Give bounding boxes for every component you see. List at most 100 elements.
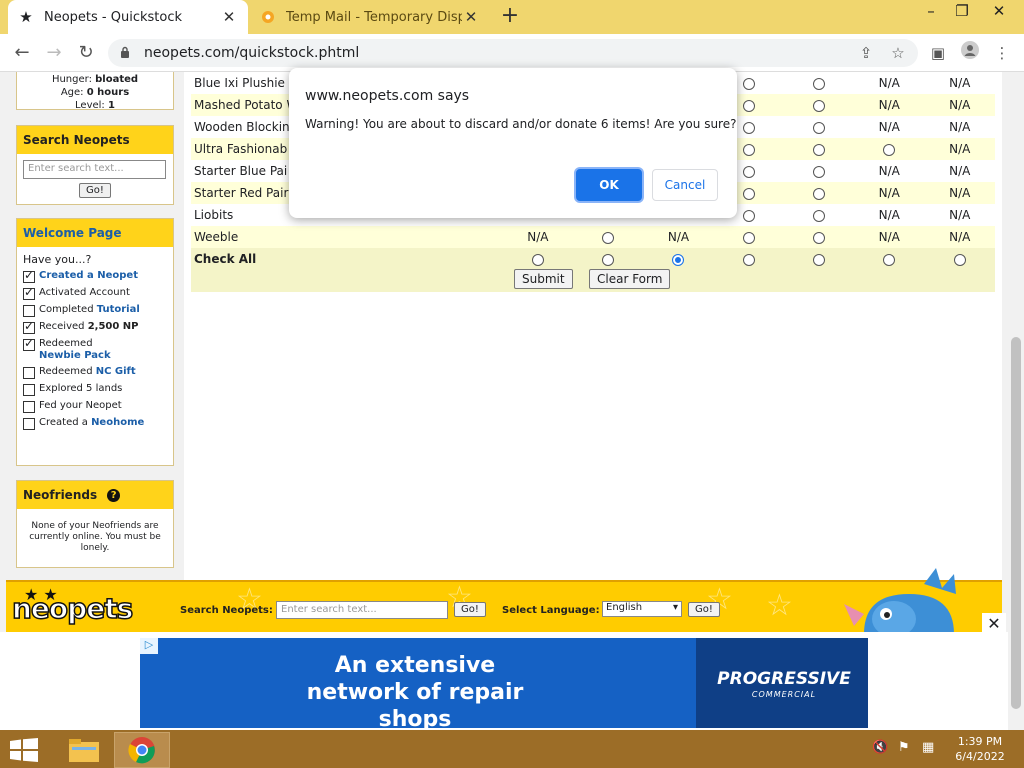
action-radio[interactable] [742, 209, 755, 222]
action-radio[interactable] [742, 165, 755, 178]
tab-neopets-quickstock[interactable]: ★ Neopets - Quickstock ✕ [8, 0, 248, 34]
network-icon[interactable]: ▦ [922, 740, 934, 755]
check-all-radio[interactable] [883, 253, 896, 266]
action-radio[interactable] [883, 143, 896, 156]
action-radio[interactable] [812, 99, 825, 112]
action-radio[interactable] [742, 231, 755, 244]
welcome-item-text: Created a Neohome [39, 417, 145, 428]
welcome-page-title[interactable]: Welcome Page [17, 219, 173, 247]
ok-button[interactable]: OK [576, 169, 642, 201]
share-icon[interactable]: ⇪ [854, 41, 878, 65]
action-cell [783, 138, 855, 160]
page-scrollbar[interactable] [1008, 72, 1024, 730]
new-tab-button[interactable]: + [498, 4, 522, 28]
check-all-radio[interactable] [812, 253, 825, 266]
lock-icon[interactable] [120, 46, 136, 61]
footer-search-go-button[interactable]: Go! [454, 602, 486, 617]
welcome-page-box: Welcome Page Have you...? Created a Neop… [16, 218, 174, 466]
neofriends-title-text: Neofriends [23, 488, 98, 502]
chrome-taskbar-icon[interactable] [114, 732, 170, 768]
check-all-radio[interactable] [953, 253, 966, 266]
action-radio[interactable] [812, 209, 825, 222]
check-all-radio[interactable] [602, 253, 615, 266]
action-radio[interactable] [742, 143, 755, 156]
action-radio[interactable] [812, 121, 825, 134]
item-name: Weeble [191, 226, 503, 248]
address-bar[interactable]: neopets.com/quickstock.phtml [108, 39, 918, 67]
bookmark-star-icon[interactable]: ☆ [886, 41, 910, 65]
search-neopets-box: Search Neopets Enter search text... Go! [16, 125, 174, 205]
na-cell: N/A [854, 94, 925, 116]
welcome-item-link[interactable]: Newbie Pack [39, 350, 111, 361]
action-radio[interactable] [742, 121, 755, 134]
welcome-check-item: Created a Neopet [17, 269, 173, 283]
action-cell [783, 226, 855, 248]
action-radio[interactable] [742, 187, 755, 200]
side-panel-icon[interactable]: ▣ [926, 41, 950, 65]
welcome-item-link[interactable]: Created a Neopet [39, 270, 138, 281]
scrollbar-thumb[interactable] [1011, 337, 1021, 709]
system-clock[interactable]: 1:39 PM 6/4/2022 [944, 734, 1016, 764]
check-all-radio[interactable] [672, 253, 685, 266]
action-radio[interactable] [812, 143, 825, 156]
na-cell: N/A [924, 94, 995, 116]
file-explorer-taskbar-icon[interactable] [56, 732, 112, 768]
welcome-check-item: Activated Account [17, 286, 173, 300]
close-tab-icon[interactable]: ✕ [462, 8, 480, 26]
close-tab-icon[interactable]: ✕ [220, 8, 238, 26]
tab-title: Neopets - Quickstock [44, 9, 183, 25]
windows-start-icon[interactable] [10, 738, 38, 762]
clear-form-button[interactable]: Clear Form [589, 269, 671, 289]
welcome-check-item: Received 2,500 NP [17, 320, 173, 334]
tab-temp-mail[interactable]: Temp Mail - Temporary Disposa ✕ [250, 0, 490, 34]
action-radio[interactable] [812, 165, 825, 178]
progressive-ad-banner[interactable]: ▷ An extensive network of repair shops P… [140, 638, 868, 732]
na-cell: N/A [924, 204, 995, 226]
cancel-button[interactable]: Cancel [652, 169, 718, 201]
action-radio[interactable] [812, 231, 825, 244]
browser-toolbar: ← → ↻ neopets.com/quickstock.phtml ⇪ ☆ ▣… [0, 34, 1024, 72]
action-cell [783, 116, 855, 138]
action-radio[interactable] [812, 77, 825, 90]
url-text: neopets.com/quickstock.phtml [144, 45, 360, 61]
check-all-radio[interactable] [531, 253, 544, 266]
neopets-logo[interactable]: neopets [11, 591, 134, 626]
welcome-item-link[interactable]: NC Gift [96, 366, 136, 377]
na-cell: N/A [924, 160, 995, 182]
sidebar-search-go-button[interactable]: Go! [79, 183, 111, 198]
reload-icon[interactable]: ↻ [74, 41, 98, 65]
restore-window-button[interactable]: ❐ [943, 0, 981, 24]
welcome-item-link[interactable]: Tutorial [97, 304, 140, 315]
action-radio[interactable] [602, 231, 615, 244]
pet-stats-box: Hunger: bloated Age: 0 hours Level: 1 [16, 72, 174, 111]
back-arrow-icon[interactable]: ← [10, 41, 34, 65]
question-circle-icon[interactable]: ? [107, 488, 121, 502]
welcome-item-link[interactable]: 2,500 NP [88, 321, 139, 332]
close-window-button[interactable]: ✕ [980, 0, 1018, 24]
action-radio[interactable] [742, 99, 755, 112]
language-select[interactable]: English ▾ [602, 601, 682, 617]
forward-arrow-icon[interactable]: → [42, 41, 66, 65]
action-radio[interactable] [742, 77, 755, 90]
unchecked-checkbox-icon [23, 401, 35, 413]
menu-kebab-icon[interactable]: ⋮ [990, 41, 1014, 65]
check-all-radio[interactable] [742, 253, 755, 266]
submit-button[interactable]: Submit [514, 269, 573, 289]
welcome-item-link[interactable]: Neohome [91, 417, 144, 428]
action-cell [854, 138, 925, 160]
adchoices-icon[interactable]: ▷ [140, 638, 158, 654]
footer-search-label: Search Neopets: [180, 605, 273, 616]
hunger-stat: Hunger: bloated [51, 74, 139, 85]
checked-checkbox-icon [23, 337, 35, 351]
flag-alert-icon[interactable]: ⚑ [898, 740, 910, 755]
footer-search-input[interactable]: Enter search text... [276, 601, 448, 619]
na-cell: N/A [502, 226, 574, 248]
confirm-dialog: www.neopets.com says Warning! You are ab… [289, 68, 737, 218]
chevron-down-icon: ▾ [672, 602, 678, 613]
temp-mail-favicon-icon [260, 9, 276, 25]
speaker-muted-icon[interactable]: 🔇 [872, 740, 888, 755]
action-radio[interactable] [812, 187, 825, 200]
profile-avatar-icon[interactable] [958, 41, 982, 65]
sidebar-search-input[interactable]: Enter search text... [23, 160, 166, 179]
language-go-button[interactable]: Go! [688, 602, 720, 617]
